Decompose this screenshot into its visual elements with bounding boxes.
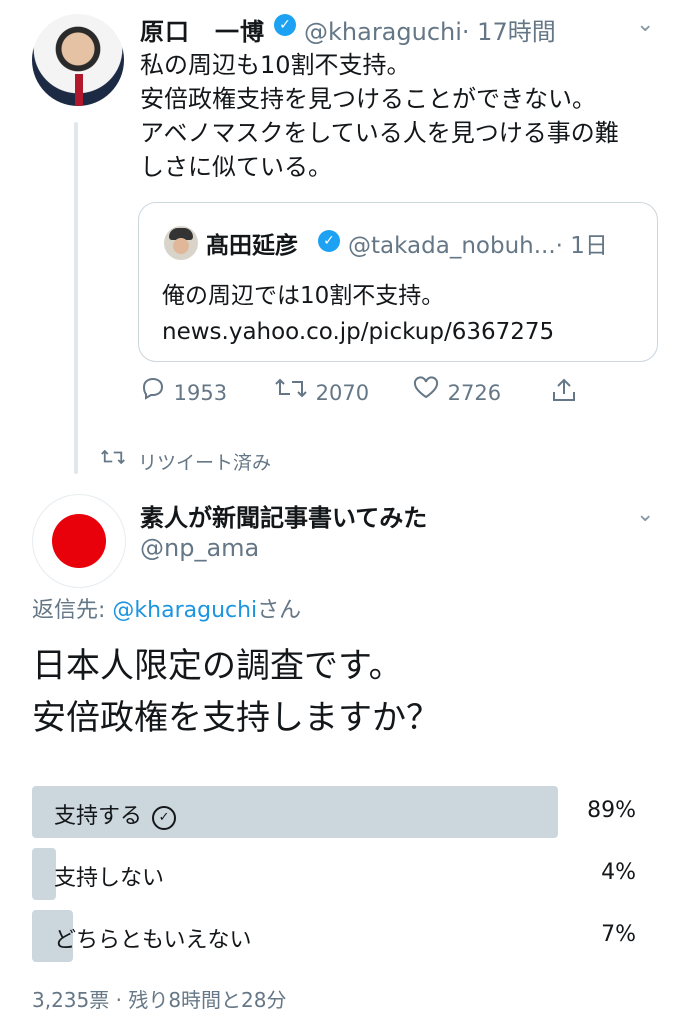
poll-option-label: 支持しない	[54, 866, 165, 891]
chevron-down-icon[interactable]: ⌄	[636, 502, 654, 527]
poll-option-percent: 4%	[601, 860, 636, 885]
retweet-icon	[274, 378, 316, 406]
reply-to-line: 返信先: @kharaguchiさん	[32, 598, 302, 623]
share-button[interactable]	[550, 376, 578, 410]
tweet-text: 私の周辺も10割不支持。 安倍政権支持を見つけることができない。 アベノマスクを…	[140, 51, 619, 181]
poll-option: 支持する ✓ 89%	[32, 786, 636, 838]
share-icon	[550, 378, 578, 410]
author-handle[interactable]: @kharaguchi· 17時間	[304, 12, 556, 47]
like-icon	[412, 376, 448, 406]
reply-icon	[140, 377, 174, 406]
poll-option-label: どちらともいえない	[54, 928, 252, 953]
like-button[interactable]: 2726	[412, 376, 501, 406]
poll-bar	[32, 848, 56, 900]
verified-icon: ✓	[318, 230, 340, 252]
author-name[interactable]: 素人が新聞記事書いてみた	[140, 498, 427, 533]
avatar	[164, 226, 198, 260]
like-count: 2726	[447, 381, 502, 405]
thread-connector-line	[74, 122, 78, 474]
quoted-link[interactable]: news.yahoo.co.jp/pickup/6367275	[162, 314, 554, 350]
avatar[interactable]	[32, 14, 124, 106]
poll-option-label: 支持する	[54, 804, 143, 829]
poll-option: 支持しない 4%	[32, 848, 636, 900]
author-handle[interactable]: @np_ama	[140, 534, 259, 562]
tweet-text: 日本人限定の調査です。 安倍政権を支持しますか？	[32, 646, 440, 738]
avatar[interactable]	[32, 494, 126, 588]
reply-mention-link[interactable]: @kharaguchi	[112, 598, 257, 623]
poll-option-percent: 7%	[601, 922, 636, 947]
author-name[interactable]: 原口 一博	[140, 12, 265, 47]
quoted-tweet-text: 俺の周辺では10割不支持。 news.yahoo.co.jp/pickup/63…	[162, 278, 554, 350]
retweet-icon	[100, 448, 126, 471]
reply-count: 1953	[173, 381, 228, 405]
quoted-author-name: 髙田延彦	[206, 233, 298, 259]
poll-option: どちらともいえない 7%	[32, 910, 636, 962]
verified-icon: ✓	[274, 14, 296, 36]
poll-option-percent: 89%	[587, 798, 636, 823]
quoted-author-handle: @takada_nobuh...· 1日	[348, 233, 608, 259]
retweet-button[interactable]: 2070	[274, 376, 369, 406]
check-circle-icon: ✓	[152, 806, 177, 830]
poll-meta: 3,235票 · 残り8時間と28分	[32, 988, 287, 1012]
chevron-down-icon[interactable]: ⌄	[636, 12, 654, 37]
reply-button[interactable]: 1953	[140, 376, 227, 406]
retweet-count: 2070	[315, 381, 370, 405]
retweeted-label: リツイート済み	[138, 452, 272, 474]
